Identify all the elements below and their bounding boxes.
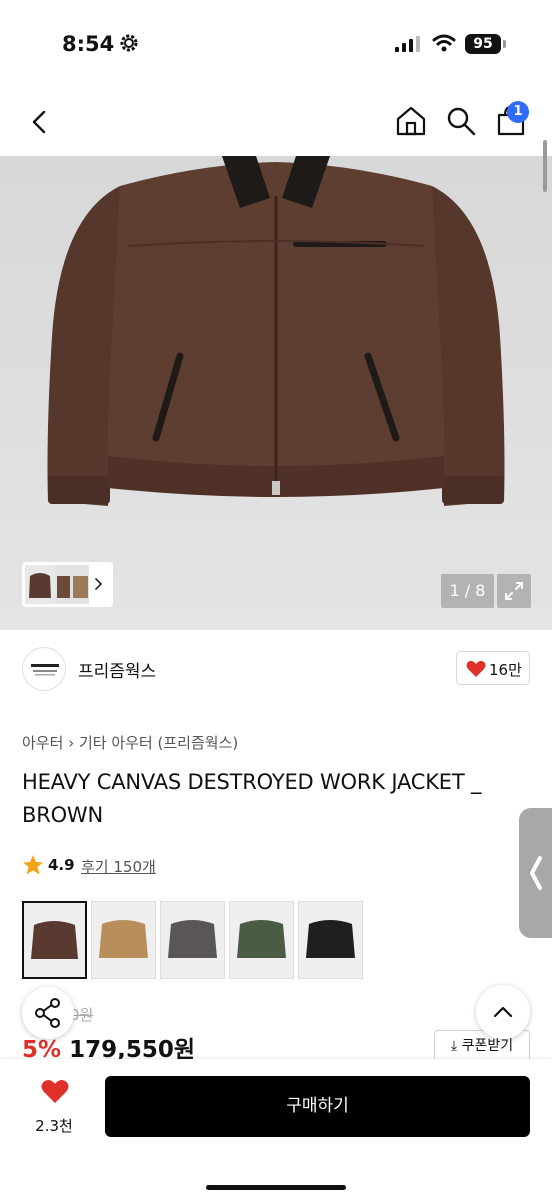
wishlist-count: 2.3천 [35, 1117, 73, 1135]
home-indicator [206, 1185, 346, 1190]
chevron-up-icon [493, 1006, 513, 1018]
rating-score: 4.9 [48, 856, 75, 874]
store-like-count: 16만 [489, 661, 522, 679]
wishlist-button[interactable]: 2.3천 [22, 1077, 86, 1137]
breadcrumb-category[interactable]: 아우터 [22, 734, 63, 752]
top-nav [0, 90, 552, 156]
image-counter: 1 / 8 [441, 574, 494, 608]
heart-icon [41, 1079, 69, 1103]
share-button[interactable] [22, 987, 74, 1039]
cart-count-badge: 1 [507, 101, 529, 123]
status-bar: 8:54 95 [0, 0, 552, 90]
color-swatch-olive[interactable] [229, 901, 294, 979]
chevron-left-icon [530, 856, 542, 890]
thumbnail-images [25, 565, 103, 604]
expand-button[interactable] [497, 574, 531, 608]
battery-indicator: 95 [465, 34, 501, 54]
buy-button[interactable]: 구매하기 [105, 1076, 530, 1137]
review-count-link[interactable]: 후기 150개 [81, 856, 156, 877]
color-swatch-charcoal[interactable] [160, 901, 225, 979]
signal-icon [395, 36, 420, 52]
swatch-beige-image [99, 920, 148, 958]
breadcrumb: 아우터 › 기타 아우터 (프리즘웍스) [22, 732, 238, 753]
gear-icon [120, 34, 138, 52]
star-icon [23, 855, 43, 875]
back-icon[interactable] [24, 106, 56, 138]
wifi-icon [432, 34, 456, 52]
store-row[interactable]: 프리즘웍스 16만 [22, 645, 530, 693]
battery-tip [503, 40, 506, 48]
chevron-right-icon: › [68, 734, 79, 752]
swatch-brown-image [31, 921, 78, 959]
expand-icon [505, 582, 523, 600]
share-icon [35, 998, 60, 1028]
jacket-illustration [47, 156, 505, 506]
product-title: HEAVY CANVAS DESTROYED WORK JACKET _ BRO… [22, 770, 482, 827]
store-logo[interactable] [22, 647, 66, 691]
coupon-label: 쿠폰받기 [461, 1038, 514, 1054]
swatch-black-image [306, 920, 355, 958]
scrollbar[interactable] [543, 140, 547, 192]
product-image[interactable] [0, 156, 552, 630]
status-time: 8:54 [62, 32, 115, 56]
home-icon[interactable] [394, 104, 428, 138]
download-icon: ⤓ [450, 1038, 458, 1054]
color-swatch-beige[interactable] [91, 901, 156, 979]
heart-icon [466, 660, 486, 677]
swatch-olive-image [237, 920, 286, 958]
store-logo-mark [31, 664, 59, 676]
bottom-action-bar: 2.3천 구매하기 [0, 1059, 552, 1200]
search-icon[interactable] [444, 104, 478, 138]
breadcrumb-subcategory[interactable]: 기타 아우터 (프리즘웍스) [79, 734, 238, 752]
thumbnail-strip[interactable] [22, 562, 113, 607]
swatch-charcoal-image [168, 920, 217, 958]
color-swatch-black[interactable] [298, 901, 363, 979]
store-like-button[interactable]: 16만 [456, 651, 530, 685]
store-name[interactable]: 프리즘웍스 [78, 657, 156, 682]
side-panel-handle[interactable] [519, 808, 552, 938]
color-swatch-brown[interactable] [22, 901, 87, 979]
scroll-top-button[interactable] [476, 985, 530, 1039]
